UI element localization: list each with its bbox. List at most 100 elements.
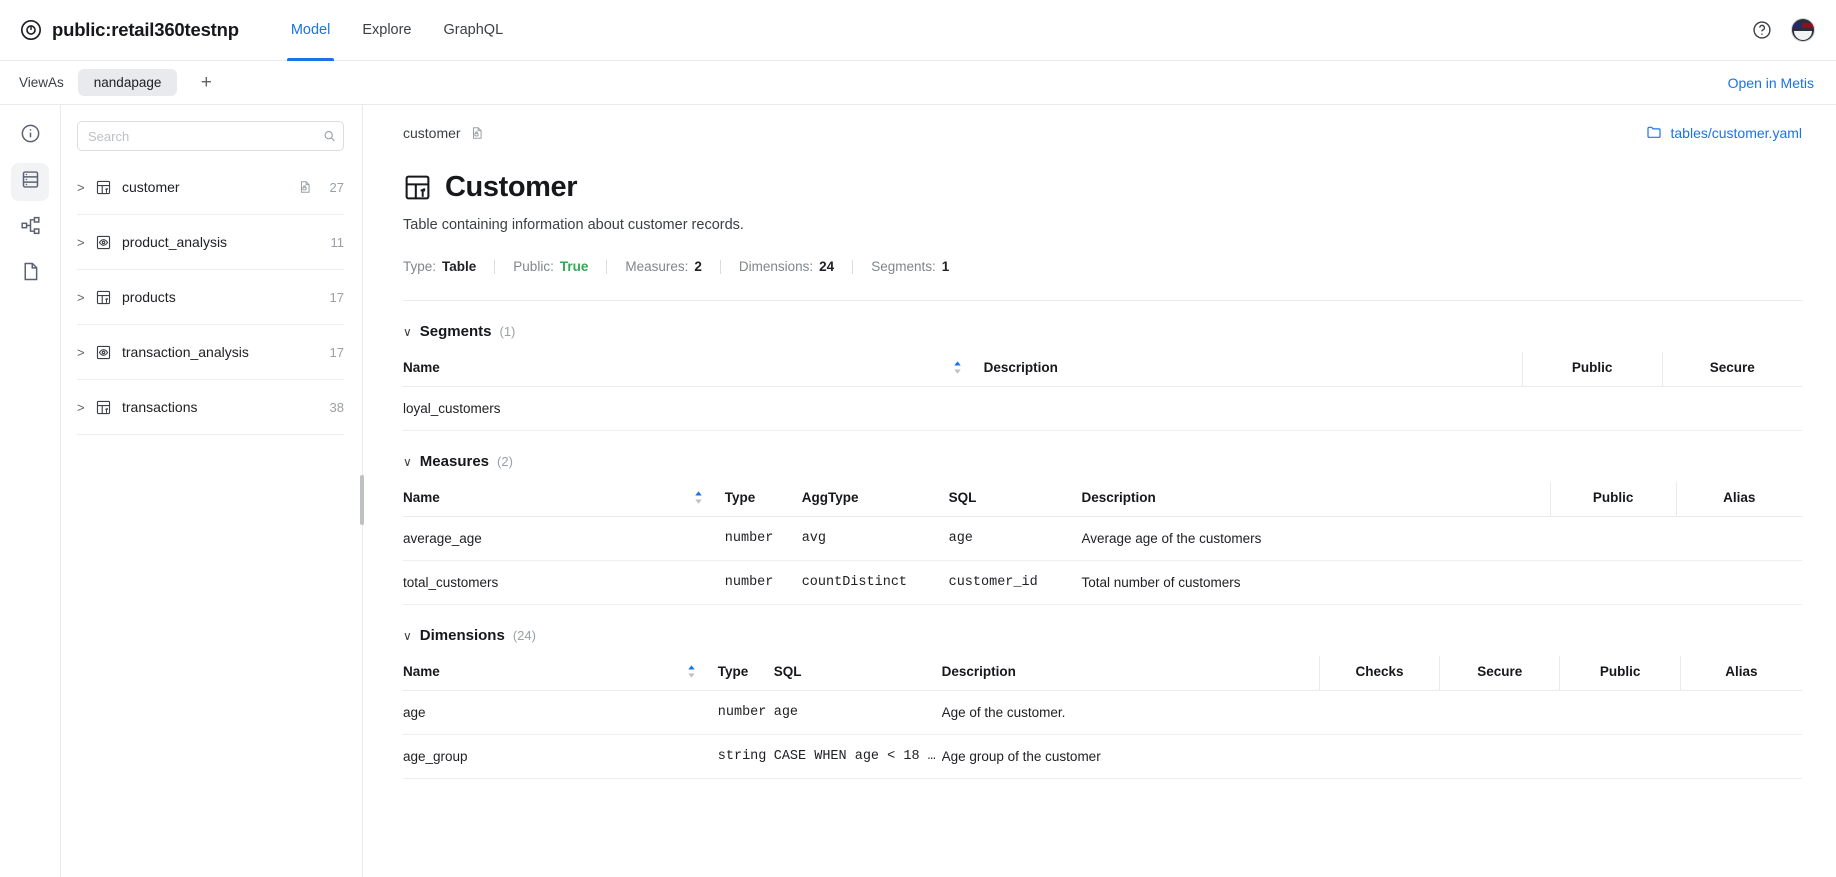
table-row[interactable]: age number age Age of the customer. bbox=[403, 690, 1802, 735]
sort-icon[interactable] bbox=[953, 361, 962, 374]
meta-public: Public: True bbox=[513, 259, 606, 274]
add-viewas-button[interactable]: + bbox=[193, 70, 219, 96]
icon-rail bbox=[0, 105, 61, 877]
breadcrumb[interactable]: customer bbox=[403, 125, 461, 141]
measures-col-name-label: Name bbox=[403, 490, 440, 505]
tab-explore[interactable]: Explore bbox=[346, 0, 427, 61]
folder-icon bbox=[1646, 124, 1662, 143]
rail-item-model[interactable] bbox=[11, 163, 49, 201]
dimensions-header[interactable]: ∨ Dimensions (24) bbox=[403, 627, 1802, 644]
table-row[interactable]: age_group string CASE WHEN age < 18 THE…… bbox=[403, 734, 1802, 779]
viewas-bar: ViewAs nandapage + Open in Metis bbox=[0, 61, 1836, 105]
table-row[interactable]: loyal_customers bbox=[403, 386, 1802, 431]
measures-col-public[interactable]: Public bbox=[1549, 482, 1677, 517]
dimension-type: number bbox=[717, 690, 774, 735]
tree-item-label: product_analysis bbox=[122, 234, 228, 250]
document-icon bbox=[20, 261, 41, 287]
main-content: customer tables/customer.yaml Customer T… bbox=[363, 105, 1836, 877]
rail-item-docs[interactable] bbox=[11, 255, 49, 293]
measures-col-type[interactable]: Type bbox=[724, 482, 802, 517]
yaml-file-link[interactable]: tables/customer.yaml bbox=[1646, 124, 1802, 143]
segments-col-name[interactable]: Name bbox=[403, 352, 984, 387]
help-circle-icon[interactable] bbox=[1752, 20, 1772, 40]
measures-col-alias[interactable]: Alias bbox=[1675, 482, 1802, 517]
dimensions-col-sql[interactable]: SQL bbox=[773, 656, 942, 691]
viewas-chip-nandapage[interactable]: nandapage bbox=[77, 69, 178, 96]
tab-graphql[interactable]: GraphQL bbox=[428, 0, 520, 61]
measures-title: Measures bbox=[419, 453, 490, 470]
tree-item-transaction_analysis[interactable]: > transaction_analysis 17 bbox=[77, 325, 344, 380]
divider bbox=[719, 259, 721, 274]
meta-type: Type: Table bbox=[403, 259, 494, 274]
measure-name: total_customers bbox=[403, 560, 725, 605]
segments-header-row: Name Description Public Secure bbox=[403, 352, 1802, 387]
chevron-right-icon[interactable]: > bbox=[77, 290, 95, 305]
top-bar: public:retail360testnp Model Explore Gra… bbox=[0, 0, 1836, 61]
measure-aggtype: countDistinct bbox=[801, 560, 949, 605]
measure-type: number bbox=[724, 516, 802, 561]
measure-public bbox=[1550, 516, 1677, 561]
breadcrumb-row: customer tables/customer.yaml bbox=[403, 105, 1802, 161]
chevron-right-icon[interactable]: > bbox=[77, 180, 95, 195]
sort-icon[interactable] bbox=[687, 665, 696, 678]
measures-col-name[interactable]: Name bbox=[403, 482, 725, 517]
divider bbox=[494, 259, 496, 274]
dimensions-col-alias[interactable]: Alias bbox=[1679, 656, 1802, 691]
measure-sql: customer_id bbox=[948, 560, 1082, 605]
rail-item-lineage[interactable] bbox=[11, 209, 49, 247]
brand[interactable]: public:retail360testnp bbox=[20, 19, 239, 41]
chevron-down-icon[interactable]: ∨ bbox=[403, 326, 412, 338]
measures-col-sql[interactable]: SQL bbox=[948, 482, 1082, 517]
segment-secure bbox=[1662, 386, 1802, 431]
avatar[interactable] bbox=[1792, 19, 1814, 41]
sidebar-scrollbar[interactable] bbox=[360, 475, 364, 525]
dimensions-col-type[interactable]: Type bbox=[717, 656, 774, 691]
dimensions-table: Name Type SQL Description Checks Secure bbox=[403, 656, 1802, 779]
segments-col-secure[interactable]: Secure bbox=[1661, 352, 1802, 387]
measure-description: Average age of the customers bbox=[1081, 516, 1551, 561]
tree-item-customer[interactable]: > customer 27 bbox=[77, 160, 344, 215]
lock-file-icon bbox=[298, 180, 312, 194]
brand-title: public:retail360testnp bbox=[52, 19, 239, 40]
chevron-down-icon[interactable]: ∨ bbox=[403, 456, 412, 468]
dimensions-col-secure[interactable]: Secure bbox=[1439, 656, 1560, 691]
measures-header[interactable]: ∨ Measures (2) bbox=[403, 453, 1802, 470]
open-in-metis-link[interactable]: Open in Metis bbox=[1728, 75, 1814, 91]
search-wrapper bbox=[77, 121, 344, 151]
tree-item-product_analysis[interactable]: > product_analysis 11 bbox=[77, 215, 344, 270]
info-circle-icon bbox=[20, 123, 41, 149]
rail-item-info[interactable] bbox=[11, 117, 49, 155]
dimension-type: string bbox=[717, 734, 774, 779]
measures-col-aggtype[interactable]: AggType bbox=[801, 482, 949, 517]
chevron-down-icon[interactable]: ∨ bbox=[403, 630, 412, 642]
tree-item-transactions[interactable]: > transactions 38 bbox=[77, 380, 344, 435]
segments-col-public[interactable]: Public bbox=[1521, 352, 1663, 387]
table-f-icon bbox=[95, 179, 112, 196]
top-bar-right bbox=[1752, 19, 1814, 41]
chevron-right-icon[interactable]: > bbox=[77, 235, 95, 250]
meta-measures: Measures: 2 bbox=[625, 259, 720, 274]
measures-count: (2) bbox=[497, 454, 513, 469]
chevron-right-icon[interactable]: > bbox=[77, 400, 95, 415]
measure-sql: age bbox=[948, 516, 1082, 561]
tree-sidebar: > customer 27 bbox=[61, 105, 364, 877]
sort-icon[interactable] bbox=[694, 491, 703, 504]
table-row[interactable]: average_age number avg age Average age o… bbox=[403, 516, 1802, 561]
tree-item-products[interactable]: > products 17 bbox=[77, 270, 344, 325]
measures-col-description[interactable]: Description bbox=[1081, 482, 1551, 517]
tab-model[interactable]: Model bbox=[275, 0, 347, 61]
dimensions-col-public[interactable]: Public bbox=[1559, 656, 1681, 691]
chevron-right-icon[interactable]: > bbox=[77, 345, 95, 360]
table-f-icon bbox=[95, 399, 112, 416]
dimensions-col-description[interactable]: Description bbox=[941, 656, 1320, 691]
dimensions-section: ∨ Dimensions (24) Name Type SQL Descript… bbox=[403, 627, 1802, 779]
segment-name: loyal_customers bbox=[403, 386, 984, 431]
segments-col-description[interactable]: Description bbox=[983, 352, 1523, 387]
search-input[interactable] bbox=[77, 121, 344, 151]
dimensions-col-checks[interactable]: Checks bbox=[1318, 656, 1440, 691]
view-eye-icon bbox=[95, 344, 112, 361]
dimensions-col-name[interactable]: Name bbox=[403, 656, 718, 691]
page-description: Table containing information about custo… bbox=[403, 217, 744, 233]
table-row[interactable]: total_customers number countDistinct cus… bbox=[403, 560, 1802, 605]
segments-header[interactable]: ∨ Segments (1) bbox=[403, 323, 1802, 340]
